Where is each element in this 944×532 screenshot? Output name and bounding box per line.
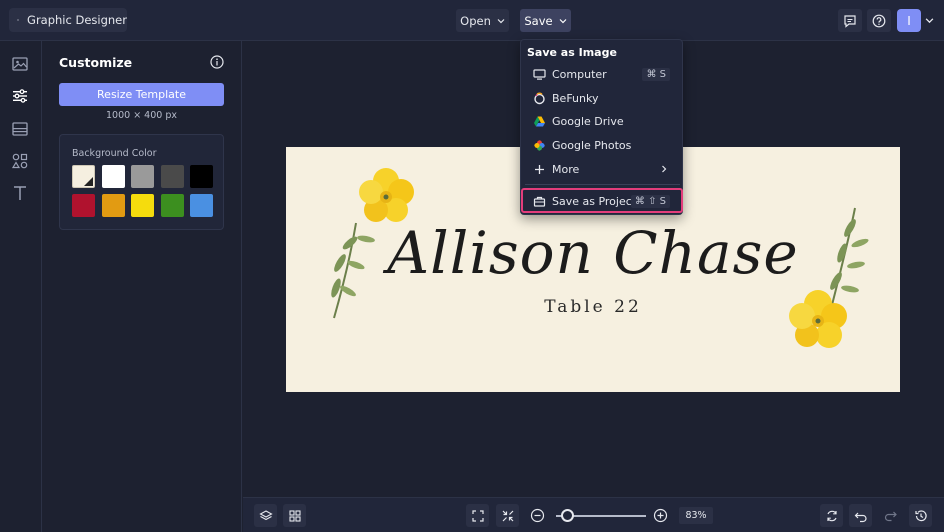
save-button[interactable]: Save bbox=[520, 9, 571, 32]
history-icon bbox=[914, 509, 927, 521]
color-swatch[interactable] bbox=[101, 194, 125, 217]
shapes-icon[interactable] bbox=[11, 152, 29, 170]
refresh-icon bbox=[826, 510, 837, 521]
redo-icon[interactable] bbox=[883, 508, 898, 523]
fit-to-screen-button[interactable] bbox=[466, 504, 489, 527]
avatar[interactable]: I bbox=[897, 9, 921, 32]
card-name-text[interactable]: Allison Chase bbox=[286, 219, 900, 287]
open-button[interactable]: Open bbox=[456, 9, 509, 32]
menu-item-label: More bbox=[552, 162, 580, 176]
comment-icon bbox=[844, 14, 856, 28]
zoom-slider-handle[interactable] bbox=[561, 509, 574, 522]
undo-icon bbox=[854, 512, 867, 522]
color-swatch[interactable] bbox=[190, 194, 213, 217]
befunky-icon bbox=[534, 92, 545, 104]
help-button[interactable] bbox=[867, 9, 891, 32]
actual-size-button[interactable] bbox=[496, 504, 519, 527]
help-icon bbox=[872, 14, 886, 27]
background-color-label: Background Color bbox=[72, 148, 157, 159]
template-size-text: 1000 × 400 px bbox=[106, 110, 177, 121]
resize-template-button[interactable]: Resize Template bbox=[59, 83, 224, 106]
top-bar: Graphic Designer Open Save I bbox=[0, 0, 944, 41]
shortcut-hint: ⌘ ⇧ S bbox=[630, 194, 670, 208]
selected-indicator bbox=[84, 177, 93, 186]
left-tool-rail bbox=[0, 41, 42, 532]
expand-icon bbox=[471, 509, 484, 522]
color-swatch[interactable] bbox=[190, 165, 213, 188]
save-to-computer-item[interactable]: Computer ⌘ S bbox=[525, 63, 680, 85]
image-icon[interactable] bbox=[11, 55, 29, 73]
menu-item-label: Save as Project bbox=[552, 194, 637, 208]
save-to-google-drive-item[interactable]: Google Drive bbox=[525, 110, 680, 132]
zoom-out-icon[interactable] bbox=[530, 508, 545, 523]
color-swatch[interactable] bbox=[131, 165, 154, 188]
history-button[interactable] bbox=[909, 504, 932, 527]
menu-item-label: Computer bbox=[552, 67, 607, 81]
replace-button[interactable] bbox=[820, 504, 843, 527]
open-label: Open bbox=[460, 13, 491, 28]
chevron-right-icon bbox=[662, 165, 667, 173]
bottom-toolbar: 83% bbox=[243, 497, 944, 532]
app-menu-button[interactable]: Graphic Designer bbox=[9, 8, 127, 32]
save-as-image-heading: Save as Image bbox=[527, 46, 617, 59]
monitor-icon bbox=[533, 68, 546, 80]
app-title: Graphic Designer bbox=[27, 13, 127, 27]
google-drive-icon bbox=[534, 116, 545, 126]
card-table-text[interactable]: Table 22 bbox=[286, 297, 900, 317]
color-swatch[interactable] bbox=[101, 165, 125, 188]
panel-title: Customize bbox=[59, 55, 133, 70]
layers-icon bbox=[258, 509, 273, 520]
menu-item-label: Google Drive bbox=[552, 114, 624, 128]
chevron-down-icon bbox=[559, 18, 567, 23]
save-label: Save bbox=[524, 13, 553, 28]
color-swatch[interactable] bbox=[160, 165, 184, 188]
comments-button[interactable] bbox=[838, 9, 862, 32]
save-as-project-item[interactable]: Save as Project ⌘ ⇧ S bbox=[525, 190, 680, 212]
color-swatch[interactable] bbox=[72, 165, 95, 188]
google-photos-icon bbox=[534, 139, 545, 151]
chevron-down-icon bbox=[497, 18, 505, 23]
menu-item-label: BeFunky bbox=[552, 91, 599, 105]
plus-icon bbox=[535, 164, 544, 174]
customize-panel: Customize Resize Template 1000 × 400 px … bbox=[42, 41, 242, 532]
save-to-befunky-item[interactable]: BeFunky bbox=[525, 87, 680, 109]
shrink-icon bbox=[502, 510, 513, 521]
text-icon[interactable] bbox=[11, 184, 29, 202]
background-color-section: Background Color bbox=[59, 134, 224, 230]
color-swatch[interactable] bbox=[131, 194, 154, 217]
grid-button[interactable] bbox=[283, 504, 306, 527]
more-options-item[interactable]: More bbox=[525, 158, 680, 180]
chevron-down-icon[interactable] bbox=[925, 16, 934, 25]
zoom-level[interactable]: 83% bbox=[679, 507, 713, 524]
save-to-google-photos-item[interactable]: Google Photos bbox=[525, 134, 680, 156]
save-menu: Save as Image Computer ⌘ S BeFunky Googl… bbox=[520, 39, 683, 215]
hamburger-menu-icon bbox=[17, 19, 19, 21]
menu-separator bbox=[525, 184, 680, 185]
color-swatch[interactable] bbox=[72, 194, 95, 217]
zoom-in-icon[interactable] bbox=[653, 508, 668, 523]
layers-button[interactable] bbox=[254, 504, 277, 527]
grid-icon bbox=[288, 509, 301, 522]
color-swatch[interactable] bbox=[160, 194, 184, 217]
layout-icon[interactable] bbox=[11, 120, 29, 138]
undo-button[interactable] bbox=[849, 504, 872, 527]
shortcut-hint: ⌘ S bbox=[642, 67, 670, 81]
menu-item-label: Google Photos bbox=[552, 138, 632, 152]
project-briefcase-icon bbox=[533, 196, 546, 207]
sliders-icon[interactable] bbox=[11, 87, 29, 105]
info-icon[interactable] bbox=[210, 55, 224, 69]
